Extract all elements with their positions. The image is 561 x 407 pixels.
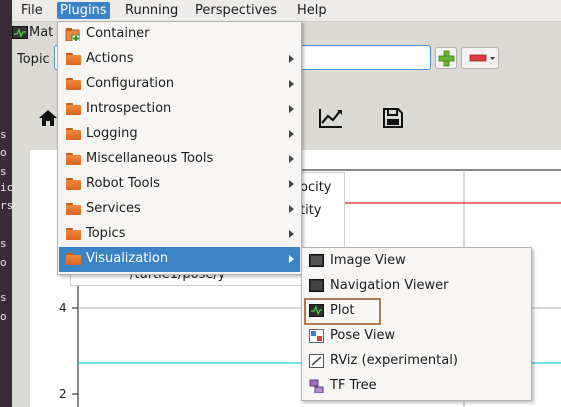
plugin-title: Mat: [29, 25, 54, 40]
menu-item-pose-view[interactable]: Pose View: [303, 324, 530, 349]
visualization-submenu: Image View Navigation Viewer Plot Pose V…: [301, 247, 532, 401]
terminal-glyph: s: [0, 165, 7, 178]
menu-item-robot-tools[interactable]: Robot Tools: [59, 172, 300, 197]
tf-tree-icon: [309, 379, 324, 393]
y-tick-label: 4: [59, 301, 67, 315]
menu-item-introspection[interactable]: Introspection: [59, 97, 300, 122]
plot-icon: [309, 304, 324, 317]
minus-icon: [469, 54, 495, 62]
menu-file[interactable]: File: [18, 2, 46, 19]
terminal-glyph: ic: [0, 181, 14, 194]
remove-topic-button[interactable]: [461, 47, 499, 69]
submenu-arrow-icon: [289, 130, 294, 138]
folder-icon: [66, 153, 81, 165]
edit-curves-button[interactable]: [318, 106, 346, 134]
submenu-arrow-icon: [289, 230, 294, 238]
folder-icon: [66, 228, 81, 240]
plot-window-icon: [12, 26, 28, 39]
terminal-glyph: o: [0, 310, 7, 323]
menu-item-miscellaneous-tools[interactable]: Miscellaneous Tools: [59, 147, 300, 172]
terminal-glyph: s: [0, 128, 7, 141]
navigation-viewer-icon: [309, 279, 324, 292]
terminal-glyph: o: [0, 256, 7, 269]
menu-running[interactable]: Running: [122, 2, 181, 19]
menu-item-configuration[interactable]: Configuration: [59, 72, 300, 97]
line-chart-icon: [319, 109, 342, 128]
add-topic-button[interactable]: [435, 47, 457, 69]
menubar: File Plugins Running Perspectives Help: [12, 0, 561, 22]
menu-perspectives[interactable]: Perspectives: [192, 2, 280, 19]
menu-help[interactable]: Help: [294, 2, 330, 19]
legend-item: tity: [300, 203, 322, 218]
submenu-arrow-icon: [289, 255, 294, 263]
submenu-arrow-icon: [289, 155, 294, 163]
menu-item-actions[interactable]: Actions: [59, 47, 300, 72]
menu-item-logging[interactable]: Logging: [59, 122, 300, 147]
folder-icon: [66, 128, 81, 140]
terminal-glyph: s: [0, 291, 7, 304]
menu-item-navigation-viewer[interactable]: Navigation Viewer: [303, 274, 530, 299]
menu-item-container[interactable]: Container: [59, 22, 300, 47]
submenu-arrow-icon: [289, 80, 294, 88]
save-icon: [383, 108, 403, 128]
menu-item-services[interactable]: Services: [59, 197, 300, 222]
submenu-arrow-icon: [289, 180, 294, 188]
background-terminal: s o s ic rs s o s o: [0, 0, 14, 407]
folder-icon: [66, 203, 81, 215]
plus-icon: [438, 50, 455, 67]
y-tick-label: 2: [59, 387, 67, 401]
submenu-arrow-icon: [289, 55, 294, 63]
menu-item-visualization[interactable]: Visualization: [59, 247, 300, 272]
image-view-icon: [309, 254, 324, 267]
container-icon: [65, 28, 80, 41]
folder-icon: [66, 53, 81, 65]
save-button[interactable]: [381, 106, 409, 134]
folder-icon: [66, 78, 81, 90]
menu-item-plot[interactable]: Plot: [303, 298, 530, 325]
folder-icon: [66, 178, 81, 190]
terminal-glyph: rs: [0, 199, 14, 212]
folder-icon: [66, 103, 81, 115]
menu-item-image-view[interactable]: Image View: [303, 249, 530, 274]
terminal-glyph: s: [0, 237, 7, 250]
menu-item-topics[interactable]: Topics: [59, 222, 300, 247]
menu-plugins[interactable]: Plugins: [57, 2, 110, 19]
folder-icon: [66, 253, 81, 265]
submenu-arrow-icon: [289, 105, 294, 113]
menu-item-rviz[interactable]: RViz (experimental): [303, 349, 530, 374]
legend-item: ocity: [300, 180, 332, 195]
pose-view-icon: [309, 329, 324, 343]
topic-label: Topic: [17, 52, 50, 67]
rviz-icon: [309, 354, 324, 368]
terminal-glyph: o: [0, 146, 7, 159]
menu-item-tf-tree[interactable]: TF Tree: [303, 374, 530, 399]
submenu-arrow-icon: [289, 205, 294, 213]
plugins-menu: Container Actions Configuration Introspe…: [57, 21, 302, 275]
